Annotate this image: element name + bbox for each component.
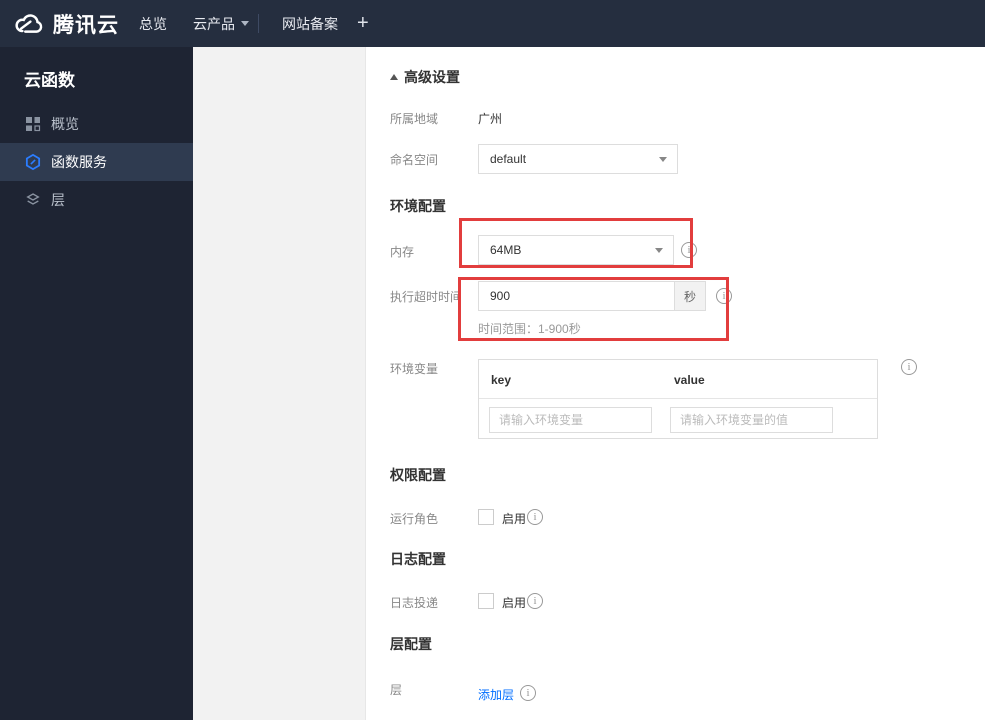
sidebar-item-label: 概览 [51, 116, 79, 132]
caret-up-icon [390, 74, 398, 80]
nav-icp[interactable]: 网站备案 [282, 0, 338, 47]
nav-overview-label: 总览 [139, 15, 167, 32]
memory-select-value: 64MB [490, 243, 522, 257]
env-col-value: value [674, 373, 705, 387]
layers-icon [24, 191, 42, 209]
brand[interactable]: 腾讯云 [13, 0, 119, 47]
namespace-select[interactable]: default [478, 144, 678, 174]
env-value-input[interactable] [670, 407, 833, 433]
secondary-panel [193, 47, 365, 720]
log-enable-checkbox[interactable] [478, 593, 494, 609]
memory-label: 内存 [390, 245, 415, 259]
grid-icon [24, 115, 42, 133]
cloud-logo-icon [13, 12, 45, 36]
env-col-key: key [491, 373, 512, 387]
region-value: 广州 [478, 112, 503, 126]
layer-info-icon[interactable]: i [520, 685, 536, 701]
log-enable-label: 启用 [502, 596, 527, 610]
log-label: 日志投递 [390, 596, 439, 610]
namespace-select-value: default [490, 152, 527, 166]
region-label: 所属地域 [390, 112, 439, 126]
namespace-label: 命名空间 [390, 153, 439, 167]
role-enable-label: 启用 [502, 512, 527, 526]
layer-label: 层 [390, 683, 403, 697]
add-layer-link[interactable]: 添加层 [478, 686, 514, 703]
section-perm-config: 权限配置 [390, 467, 446, 483]
env-vars-info-icon[interactable]: i [901, 359, 917, 375]
env-vars-label: 环境变量 [390, 362, 439, 376]
timeout-input-group: 秒 [478, 281, 706, 311]
sidebar-item-layers[interactable]: 层 [0, 181, 193, 219]
memory-select[interactable]: 64MB [478, 235, 674, 265]
env-vars-table: key value [478, 359, 878, 439]
role-info-icon[interactable]: i [527, 509, 543, 525]
section-log-config: 日志配置 [390, 551, 446, 567]
plus-icon: + [357, 12, 369, 34]
advanced-settings-label: 高级设置 [404, 69, 460, 85]
chevron-down-icon [241, 21, 249, 26]
timeout-input[interactable] [478, 281, 674, 311]
sidebar-item-function-service[interactable]: 函数服务 [0, 143, 193, 181]
nav-icp-label: 网站备案 [282, 15, 338, 32]
timeout-unit: 秒 [674, 281, 706, 311]
advanced-settings-toggle[interactable]: 高级设置 [390, 67, 460, 87]
sidebar-title: 云函数 [24, 71, 75, 90]
sidebar-item-label: 层 [51, 192, 65, 208]
role-enable-checkbox[interactable] [478, 509, 494, 525]
env-key-input[interactable] [489, 407, 652, 433]
role-label: 运行角色 [390, 512, 439, 526]
sidebar-item-overview[interactable]: 概览 [0, 105, 193, 143]
brand-name: 腾讯云 [53, 13, 119, 37]
log-info-icon[interactable]: i [527, 593, 543, 609]
nav-products[interactable]: 云产品 [193, 0, 249, 47]
add-tab-button[interactable]: + [357, 0, 369, 47]
sidebar-item-label: 函数服务 [51, 154, 107, 170]
nav-divider [258, 14, 259, 33]
timeout-label: 执行超时时间 [390, 290, 463, 304]
sidebar: 云函数 概览 函数服务 层 [0, 47, 193, 720]
nav-overview[interactable]: 总览 [139, 0, 167, 47]
chevron-down-icon [659, 156, 667, 162]
timeout-hint: 时间范围：1-900秒 [478, 322, 581, 336]
env-table-header: key value [479, 360, 877, 399]
chevron-down-icon [655, 247, 663, 253]
memory-info-icon[interactable]: i [681, 242, 697, 258]
section-env-config: 环境配置 [390, 198, 446, 214]
main-content: 高级设置 所属地域 广州 命名空间 default 环境配置 内存 64MB i… [365, 47, 985, 720]
timeout-info-icon[interactable]: i [716, 288, 732, 304]
topbar: 腾讯云 总览 云产品 网站备案 + [0, 0, 985, 47]
section-layer-config: 层配置 [390, 636, 432, 652]
function-icon [24, 153, 42, 171]
nav-products-label: 云产品 [193, 15, 235, 32]
